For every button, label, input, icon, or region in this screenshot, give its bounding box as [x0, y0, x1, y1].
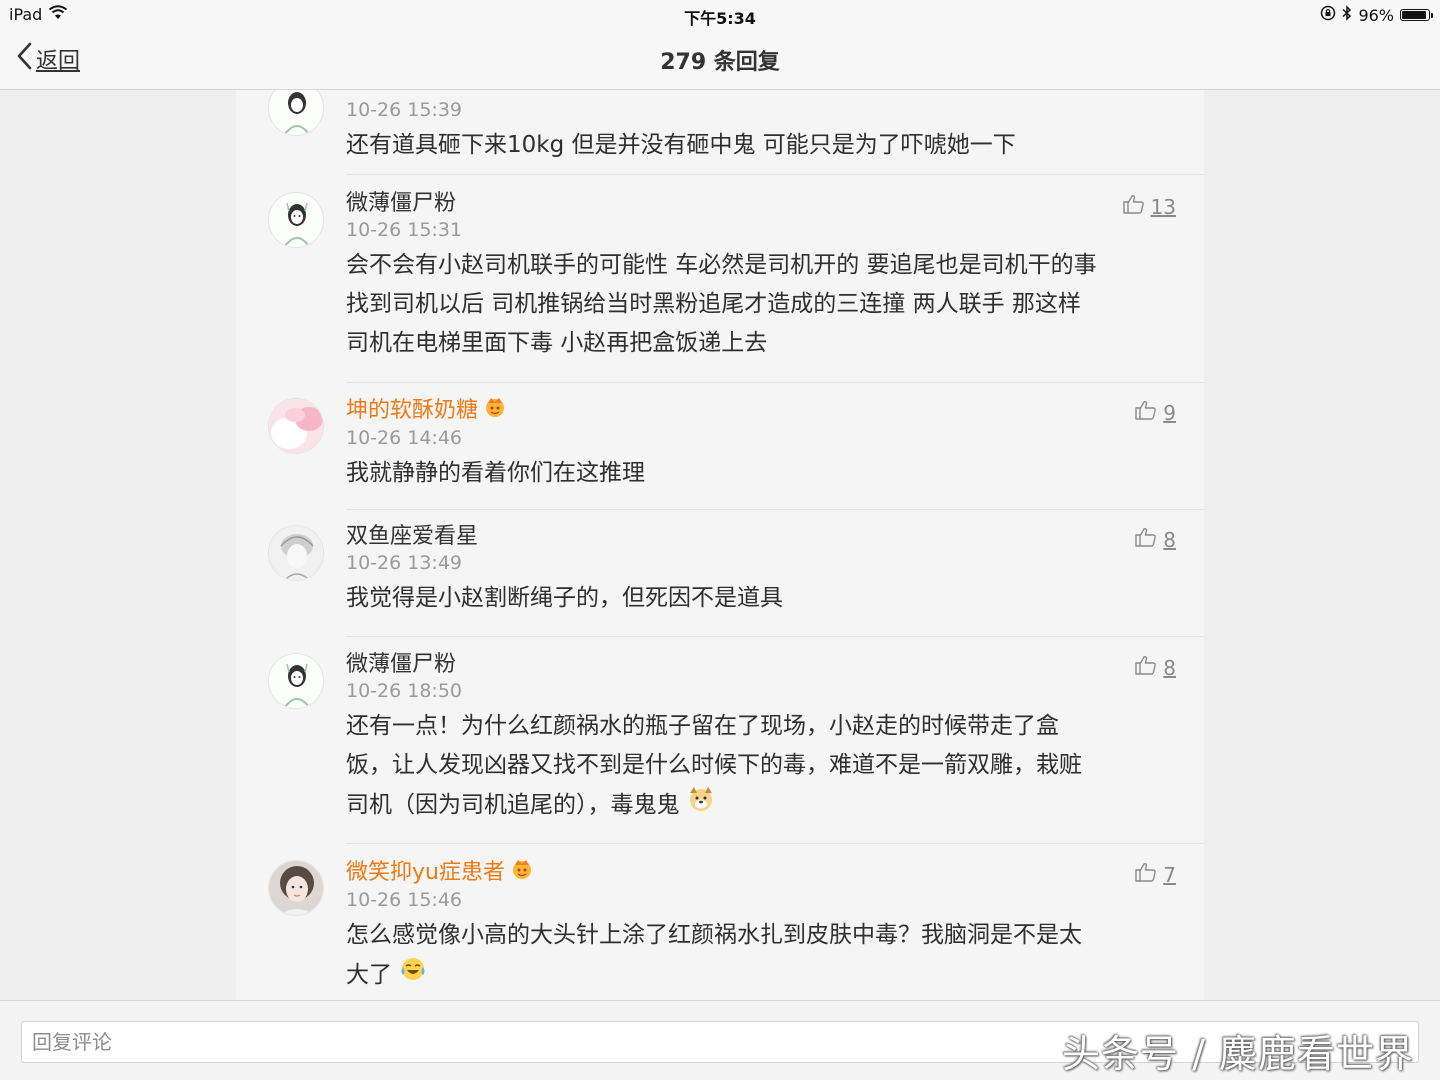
avatar[interactable]: [268, 653, 324, 709]
reply-bar: 头条号 / 麋鹿看世界: [0, 1000, 1440, 1080]
avatar[interactable]: [268, 398, 324, 454]
bluetooth-icon: [1342, 5, 1352, 25]
like-button[interactable]: 13: [1122, 194, 1176, 219]
comment-text: 还有一点！为什么红颜祸水的瓶子留在了现场，小赵走的时候带走了盒 饭，让人发现凶器…: [346, 707, 1176, 826]
reply-input[interactable]: [21, 1021, 1419, 1063]
thumbs-up-icon: [1122, 194, 1145, 219]
comment-line: 饭，让人发现凶器又找不到是什么时候下的毒，难道不是一箭双雕，栽赃: [346, 752, 1082, 778]
comment-time: 10-26 18:50: [346, 680, 463, 702]
avatar[interactable]: [268, 192, 324, 248]
thumbs-up-icon: [1135, 527, 1157, 552]
comment-item: 微笑抑yu症患者 10-26 15:46 怎么感觉像小高的大头针上涂了红颜祸水扎…: [236, 844, 1204, 1000]
username-text: 微薄僵尸粉: [346, 191, 457, 216]
orientation-lock-icon: [1320, 5, 1336, 25]
comment-username[interactable]: 微笑抑yu症患者: [346, 858, 1176, 888]
username-text: 坤的软酥奶糖: [346, 398, 479, 423]
comment-body: 10-26 15:39 还有道具砸下来10kg 但是并没有砸中鬼 可能只是为了吓…: [346, 98, 1176, 165]
status-right: 96%: [1320, 5, 1433, 25]
comment-line: 大了: [346, 955, 1176, 996]
comment-text: 我觉得是小赵割断绳子的，但死因不是道具: [346, 579, 1176, 618]
comment-text: 还有道具砸下来10kg 但是并没有砸中鬼 可能只是为了吓唬她一下: [346, 126, 1176, 165]
comment-line: 还有一点！为什么红颜祸水的瓶子留在了现场，小赵走的时候带走了盒: [346, 713, 1059, 739]
comment-time: 10-26 13:49: [346, 552, 463, 574]
comment-line-text: 司机（因为司机追尾的），毒鬼鬼: [346, 792, 680, 818]
comment-body: 双鱼座爱看星 10-26 13:49 我觉得是小赵割断绳子的，但死因不是道具: [346, 523, 1176, 618]
comment-line: 我就静静的看着你们在这推理: [346, 460, 645, 486]
comment-time: 10-26 15:39: [346, 99, 463, 121]
comment-username[interactable]: 坤的软酥奶糖: [346, 396, 1176, 426]
comment-username[interactable]: 双鱼座爱看星: [346, 523, 1176, 551]
back-label: 返回: [36, 49, 81, 74]
comment-line: 怎么感觉像小高的大头针上涂了红颜祸水扎到皮肤中毒？我脑洞是不是太: [346, 922, 1082, 948]
avatar[interactable]: [268, 860, 324, 916]
status-bar: iPad 下午5:34 96%: [0, 0, 1440, 30]
avatar[interactable]: [268, 90, 324, 136]
comment-item: 微薄僵尸粉 10-26 15:31 会不会有小赵司机联手的可能性 车必然是司机开…: [236, 176, 1204, 383]
vip-badge-icon: [511, 858, 533, 888]
thumbs-up-icon: [1135, 862, 1157, 887]
comment-line: 司机（因为司机追尾的），毒鬼鬼: [346, 785, 1176, 826]
comment-body: 微薄僵尸粉 10-26 15:31 会不会有小赵司机联手的可能性 车必然是司机开…: [346, 190, 1176, 363]
username-text: 微薄僵尸粉: [346, 652, 457, 677]
comment-line: 找到司机以后 司机推锅给当时黑粉追尾才造成的三连撞 两人联手 那这样: [346, 291, 1081, 317]
comment-line: 会不会有小赵司机联手的可能性 车必然是司机开的 要追尾也是司机干的事: [346, 252, 1097, 278]
thumbs-up-icon: [1135, 655, 1157, 680]
comment-body: 微薄僵尸粉 10-26 18:50 还有一点！为什么红颜祸水的瓶子留在了现场，小…: [346, 651, 1176, 826]
comment-body: 坤的软酥奶糖 10-26 14:46 我就静静的看着你们在这推理: [346, 396, 1176, 493]
battery-fill: [1402, 11, 1426, 19]
comment-text: 会不会有小赵司机联手的可能性 车必然是司机开的 要追尾也是司机干的事 找到司机以…: [346, 246, 1176, 363]
like-button[interactable]: 7: [1135, 862, 1176, 887]
comment-time: 10-26 14:46: [346, 427, 463, 449]
nav-bar: 返回 279 条回复: [0, 30, 1440, 90]
comment-line: 司机在电梯里面下毒 小赵再把盒饭递上去: [346, 330, 768, 356]
separator: [346, 174, 1204, 175]
comment-username[interactable]: 微薄僵尸粉: [346, 651, 1176, 679]
username-text: 双鱼座爱看星: [346, 524, 479, 549]
comment-time: 10-26 15:31: [346, 219, 463, 241]
thumbs-up-icon: [1135, 400, 1157, 425]
like-button[interactable]: 8: [1135, 527, 1176, 552]
like-button[interactable]: 9: [1135, 400, 1176, 425]
like-count: 13: [1150, 194, 1176, 219]
username-text: 微笑抑yu症患者: [346, 860, 505, 885]
dog-emoji-icon: [687, 785, 715, 826]
battery-icon: [1400, 9, 1433, 21]
like-count: 9: [1163, 400, 1176, 425]
page-title: 279 条回复: [660, 50, 780, 75]
battery-percent: 96%: [1358, 5, 1394, 25]
comment-list: 10-26 15:39 还有道具砸下来10kg 但是并没有砸中鬼 可能只是为了吓…: [236, 90, 1204, 1000]
vip-badge-icon: [484, 396, 506, 426]
comment-body: 微笑抑yu症患者 10-26 15:46 怎么感觉像小高的大头针上涂了红颜祸水扎…: [346, 858, 1176, 996]
comment-line: 还有道具砸下来10kg 但是并没有砸中鬼 可能只是为了吓唬她一下: [346, 132, 1016, 158]
like-count: 7: [1163, 862, 1176, 887]
comment-item: 坤的软酥奶糖 10-26 14:46 我就静静的看着你们在这推理 9: [236, 382, 1204, 510]
avatar[interactable]: [268, 525, 324, 581]
like-count: 8: [1163, 527, 1176, 552]
comment-item: 10-26 15:39 还有道具砸下来10kg 但是并没有砸中鬼 可能只是为了吓…: [236, 90, 1204, 175]
comment-time: 10-26 15:46: [346, 889, 463, 911]
like-button[interactable]: 8: [1135, 655, 1176, 680]
comment-text: 我就静静的看着你们在这推理: [346, 454, 1176, 493]
like-count: 8: [1163, 655, 1176, 680]
chevron-left-icon: [16, 42, 32, 76]
comment-line: 我觉得是小赵割断绳子的，但死因不是道具: [346, 585, 783, 611]
back-button[interactable]: 返回: [16, 42, 80, 76]
comment-line-text: 大了: [346, 962, 392, 988]
status-time: 下午5:34: [684, 9, 756, 28]
comment-text: 怎么感觉像小高的大头针上涂了红颜祸水扎到皮肤中毒？我脑洞是不是太 大了: [346, 916, 1176, 996]
comment-username[interactable]: 微薄僵尸粉: [346, 190, 1176, 218]
laugh-cry-emoji-icon: [399, 955, 427, 996]
comment-item: 微薄僵尸粉 10-26 18:50 还有一点！为什么红颜祸水的瓶子留在了现场，小…: [236, 637, 1204, 844]
comment-item: 双鱼座爱看星 10-26 13:49 我觉得是小赵割断绳子的，但死因不是道具 8: [236, 509, 1204, 637]
